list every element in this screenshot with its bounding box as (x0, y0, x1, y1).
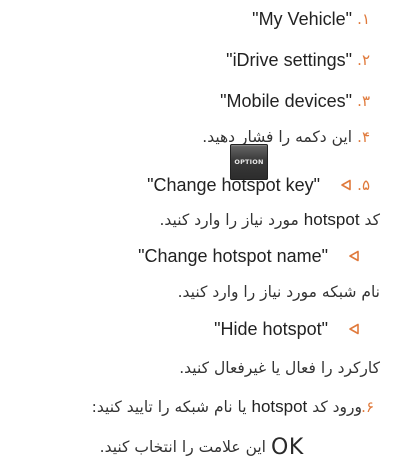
step-number: ۲. (357, 51, 370, 69)
step-number: ۴. (357, 128, 370, 146)
triangle-left-icon (348, 250, 360, 262)
step-number: ۶. (361, 398, 374, 416)
step-number: ۳. (357, 92, 370, 110)
menu-item-change-hotspot-name: "Change hotspot name" (138, 245, 328, 266)
menu-item-my-vehicle: "My Vehicle" (252, 8, 352, 29)
step-3: ۳. "Mobile devices" (220, 90, 394, 112)
menu-item-hide-hotspot: "Hide hotspot" (214, 318, 328, 339)
substep-2-desc: نام شبکه مورد نیاز را وارد کنید. (178, 281, 380, 303)
substep-1-desc: کد hotspot مورد نیاز را وارد کنید. (159, 209, 380, 231)
menu-item-change-hotspot-key: "Change hotspot key" (147, 174, 320, 195)
final-instruction: این علامت را انتخاب کنید. (100, 436, 266, 458)
step-5: ۵. "Change hotspot key" (147, 174, 394, 196)
menu-item-mobile-devices: "Mobile devices" (220, 90, 352, 111)
step-6: ۶. ورود کد hotspot یا نام شبکه را تایید … (92, 396, 394, 418)
substep-3-desc: کارکرد را فعال یا غیرفعال کنید. (179, 357, 380, 379)
instruction-document: ۱. "My Vehicle" ۲. "iDrive settings" ۳. … (0, 0, 394, 467)
step-number: ۵. (357, 176, 370, 194)
ok-icon: OK (271, 435, 304, 460)
substep-3: "Hide hotspot" (214, 318, 360, 340)
triangle-left-icon (340, 179, 352, 191)
step-6-text: ورود کد hotspot یا نام شبکه را تایید کنی… (91, 397, 362, 416)
menu-item-idrive-settings: "iDrive settings" (226, 49, 352, 70)
step-2: ۲. "iDrive settings" (226, 49, 394, 71)
triangle-left-icon (348, 323, 360, 335)
substep-2: "Change hotspot name" (138, 245, 360, 267)
step-number: ۱. (357, 10, 370, 28)
step-1: ۱. "My Vehicle" (252, 8, 394, 30)
substep-desc: کد hotspot مورد نیاز را وارد کنید. (159, 210, 380, 229)
substep-desc: کارکرد را فعال یا غیرفعال کنید. (179, 359, 380, 377)
final-text: این علامت را انتخاب کنید. (99, 438, 266, 456)
option-button-label: OPTION (234, 158, 264, 166)
step-4-text: این دکمه را فشار دهید. (202, 128, 352, 146)
substep-desc: نام شبکه مورد نیاز را وارد کنید. (177, 283, 380, 301)
